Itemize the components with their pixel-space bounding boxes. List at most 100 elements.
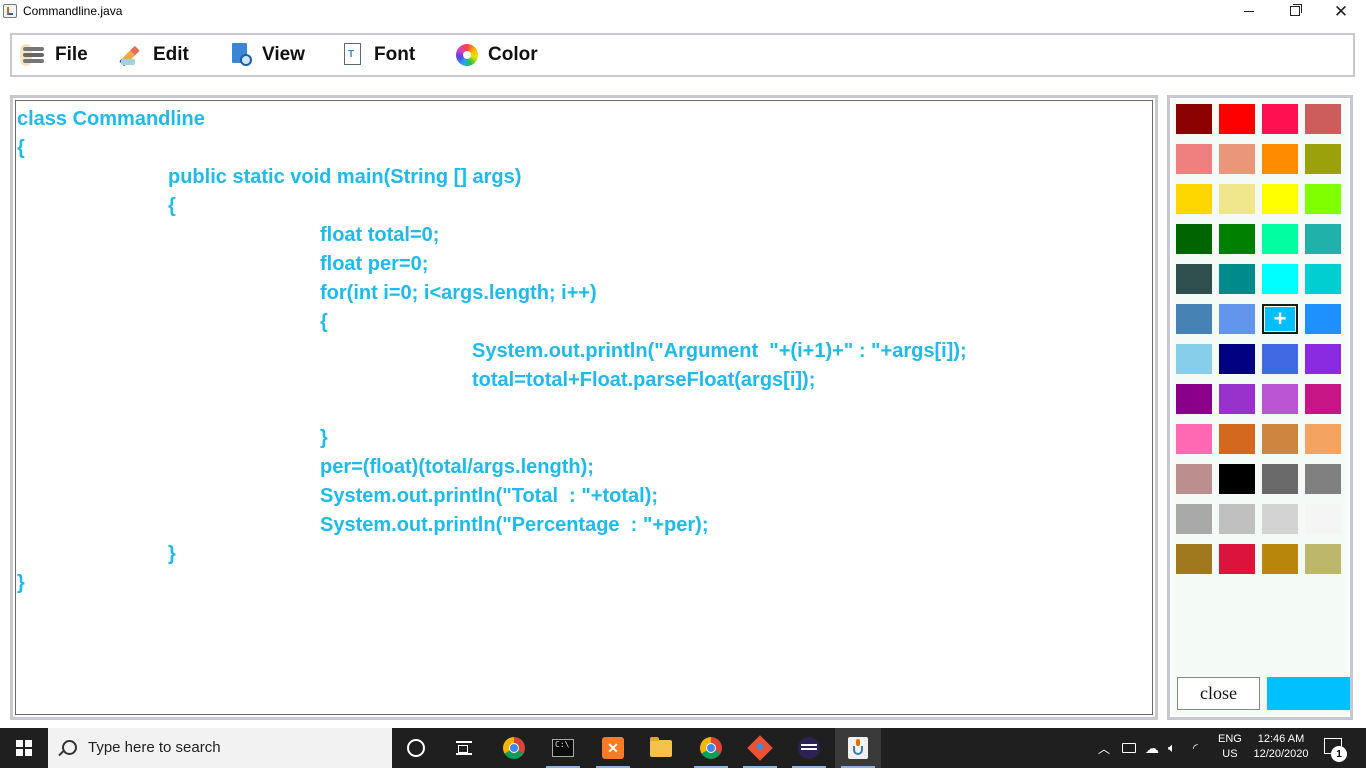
code-line: } — [17, 572, 25, 594]
language-code: ENG — [1218, 733, 1242, 745]
color-swatch[interactable] — [1305, 344, 1341, 374]
color-swatch[interactable] — [1176, 344, 1212, 374]
color-swatch[interactable] — [1219, 464, 1255, 494]
language-indicator[interactable]: ENG US — [1218, 732, 1242, 762]
color-swatch[interactable] — [1305, 104, 1341, 134]
speaker-icon: 🔈︎ — [1168, 740, 1176, 755]
taskbar-search-box[interactable]: Type here to search — [48, 728, 392, 768]
color-swatch[interactable] — [1305, 384, 1341, 414]
onedrive-tray[interactable]: ☁ — [1145, 728, 1159, 768]
color-swatch[interactable] — [1262, 224, 1298, 254]
color-swatch[interactable] — [1176, 144, 1212, 174]
code-line: } — [168, 543, 176, 565]
task-view-icon — [456, 741, 472, 755]
color-swatch[interactable] — [1262, 424, 1298, 454]
git-icon — [747, 735, 773, 761]
color-swatch[interactable] — [1219, 224, 1255, 254]
color-swatch[interactable] — [1262, 544, 1298, 574]
menu-view[interactable]: View — [229, 40, 305, 70]
color-swatch[interactable] — [1176, 464, 1212, 494]
menu-color[interactable]: Color — [455, 40, 538, 70]
task-view-button[interactable] — [441, 728, 487, 768]
taskbar-chrome[interactable] — [491, 728, 537, 768]
color-swatch[interactable] — [1219, 504, 1255, 534]
show-hidden-icons-button[interactable]: ︿ — [1098, 728, 1110, 768]
taskbar-command-prompt[interactable]: C:\ — [540, 728, 586, 768]
color-swatch[interactable] — [1262, 384, 1298, 414]
start-button[interactable] — [0, 728, 48, 768]
color-swatch[interactable] — [1176, 304, 1212, 334]
menu-color-label: Color — [488, 44, 538, 65]
color-swatch[interactable] — [1262, 184, 1298, 214]
taskbar-git[interactable] — [737, 728, 783, 768]
color-swatch[interactable] — [1219, 424, 1255, 454]
color-swatch[interactable] — [1219, 184, 1255, 214]
menu-edit[interactable]: Edit — [120, 40, 189, 70]
code-editor[interactable]: class Commandline {public static void mai… — [15, 100, 1153, 715]
taskbar-java[interactable] — [835, 728, 881, 768]
color-swatch[interactable] — [1305, 464, 1341, 494]
chevron-up-icon: ︿ — [1098, 741, 1111, 756]
color-swatch[interactable] — [1305, 264, 1341, 294]
color-swatch[interactable] — [1262, 464, 1298, 494]
color-swatch[interactable] — [1176, 264, 1212, 294]
color-swatch[interactable] — [1262, 344, 1298, 374]
menu-font-label: Font — [374, 44, 416, 65]
color-wheel-icon — [455, 43, 479, 67]
color-swatch[interactable] — [1305, 544, 1341, 574]
selected-color-preview — [1267, 677, 1350, 710]
color-swatch[interactable] — [1219, 264, 1255, 294]
code-line: float per=0; — [320, 253, 429, 275]
code-line: for(int i=0; i<args.length; i++) — [320, 282, 597, 304]
close-button[interactable]: close — [1177, 677, 1260, 710]
color-swatch-selected[interactable]: + — [1262, 304, 1298, 334]
color-swatch[interactable] — [1176, 504, 1212, 534]
color-swatch[interactable] — [1219, 144, 1255, 174]
color-swatch[interactable] — [1176, 224, 1212, 254]
color-swatch[interactable] — [1305, 424, 1341, 454]
battery-icon — [1122, 743, 1136, 753]
color-swatch[interactable] — [1176, 184, 1212, 214]
color-swatch[interactable] — [1262, 144, 1298, 174]
color-swatch[interactable] — [1305, 184, 1341, 214]
chrome-icon — [503, 737, 525, 759]
color-swatch[interactable] — [1219, 344, 1255, 374]
code-line: total=total+Float.parseFloat(args[i]); — [472, 369, 816, 391]
color-swatch[interactable] — [1262, 104, 1298, 134]
taskbar-xampp[interactable]: ✕ — [590, 728, 636, 768]
color-swatch[interactable] — [1219, 304, 1255, 334]
minimize-button[interactable] — [1226, 0, 1272, 22]
color-swatch[interactable] — [1305, 304, 1341, 334]
color-swatch[interactable] — [1176, 544, 1212, 574]
network-tray[interactable]: ◜ — [1193, 728, 1198, 768]
color-swatch[interactable] — [1219, 104, 1255, 134]
color-swatch[interactable] — [1305, 144, 1341, 174]
taskbar-file-explorer[interactable] — [638, 728, 684, 768]
cloud-icon: ☁ — [1145, 739, 1159, 756]
font-document-icon — [341, 43, 365, 67]
taskbar-chrome-profile[interactable] — [688, 728, 734, 768]
menu-font[interactable]: Font — [341, 40, 415, 70]
close-window-button[interactable]: ✕ — [1318, 0, 1364, 22]
maximize-button[interactable] — [1272, 0, 1318, 22]
color-swatch[interactable] — [1176, 424, 1212, 454]
taskbar-eclipse[interactable] — [786, 728, 832, 768]
code-line: System.out.println("Percentage : "+per); — [320, 514, 709, 536]
menu-file[interactable]: File — [20, 40, 88, 70]
clock[interactable]: 12:46 AM 12/20/2020 — [1248, 732, 1314, 762]
color-swatch[interactable] — [1176, 384, 1212, 414]
color-swatch[interactable] — [1262, 504, 1298, 534]
code-line: float total=0; — [320, 224, 440, 246]
volume-tray[interactable]: 🔈︎ — [1168, 728, 1176, 768]
color-swatch[interactable] — [1219, 544, 1255, 574]
color-swatch[interactable] — [1219, 384, 1255, 414]
editor-frame: class Commandline {public static void mai… — [10, 95, 1158, 720]
color-swatch[interactable] — [1176, 104, 1212, 134]
cortana-button[interactable] — [393, 728, 439, 768]
color-swatch[interactable] — [1262, 264, 1298, 294]
color-swatch[interactable] — [1305, 224, 1341, 254]
battery-tray[interactable] — [1122, 728, 1136, 768]
document-search-icon — [229, 43, 253, 67]
color-swatch[interactable] — [1305, 504, 1341, 534]
menu-edit-label: Edit — [153, 44, 189, 65]
